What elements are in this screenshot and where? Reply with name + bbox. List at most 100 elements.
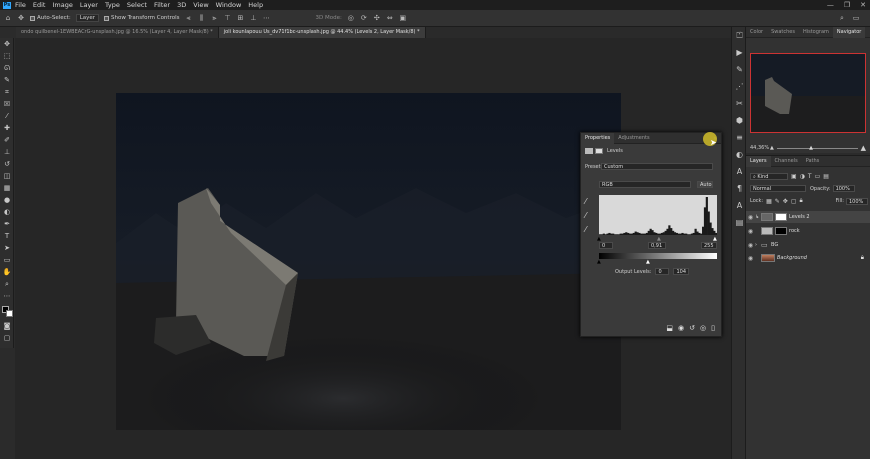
view-previous-icon[interactable]: ◉ bbox=[678, 324, 684, 332]
align-left-icon[interactable]: ⫷ bbox=[184, 14, 192, 22]
path-select-tool-icon[interactable]: ➤ bbox=[0, 242, 14, 254]
tab-navigator[interactable]: Navigator bbox=[832, 26, 866, 38]
zoom-tool-icon[interactable]: ⌕ bbox=[0, 278, 14, 290]
input-black-field[interactable]: 0 bbox=[599, 242, 613, 249]
lock-pixels-icon[interactable]: ✎ bbox=[775, 198, 780, 205]
workspace-icon[interactable]: ▭ bbox=[852, 14, 860, 22]
pen-tool-icon[interactable]: ✒ bbox=[0, 218, 14, 230]
align-top-icon[interactable]: ⊤ bbox=[223, 14, 231, 22]
zoom-out-icon[interactable]: ▲ bbox=[770, 145, 774, 151]
zoom-slider[interactable]: ▲ bbox=[776, 145, 858, 151]
opacity-field[interactable]: 100% bbox=[832, 185, 855, 192]
menu-edit[interactable]: Edit bbox=[33, 1, 46, 9]
clip-to-layer-icon[interactable]: ⬓ bbox=[666, 324, 673, 332]
gradient-tool-icon[interactable]: ▦ bbox=[0, 182, 14, 194]
tab-color[interactable]: Color bbox=[746, 27, 767, 38]
menu-view[interactable]: View bbox=[193, 1, 208, 9]
history-brush-icon[interactable]: ↺ bbox=[0, 158, 14, 170]
marquee-tool-icon[interactable]: ⬚ bbox=[0, 50, 14, 62]
zoom-value[interactable]: 44,36% bbox=[750, 145, 770, 151]
brush-settings-icon[interactable]: ✎ bbox=[732, 61, 747, 78]
auto-button[interactable]: Auto bbox=[697, 181, 713, 188]
input-slider[interactable]: ▲ ▲ ▲ bbox=[597, 236, 717, 242]
rock-mask-thumb[interactable] bbox=[775, 227, 787, 235]
tab-document-2[interactable]: joli kounlapouu Us_dv71f1bc-unsplash.jpg… bbox=[218, 27, 426, 38]
filter-shape-icon[interactable]: ▭ bbox=[815, 173, 821, 180]
filter-type-icon[interactable]: T bbox=[808, 173, 812, 180]
document-image[interactable] bbox=[116, 93, 621, 430]
history-icon[interactable]: ⏍ bbox=[732, 27, 747, 44]
menu-help[interactable]: Help bbox=[248, 1, 263, 9]
layer-row-levels[interactable]: ◉ ↳ Levels 2 bbox=[746, 211, 870, 223]
frame-tool-icon[interactable]: ☒ bbox=[0, 98, 14, 110]
align-right-icon[interactable]: ⫸ bbox=[210, 14, 218, 22]
tab-channels[interactable]: Channels bbox=[771, 156, 802, 167]
white-eyedropper-icon[interactable]: ⁄ bbox=[585, 223, 595, 237]
eyedropper-tool-icon[interactable]: ⁄ bbox=[0, 110, 14, 122]
lock-all-icon[interactable]: 🔒︎ bbox=[800, 197, 803, 205]
output-white-field[interactable]: 104 bbox=[673, 268, 690, 275]
orbit-3d-icon[interactable]: ◎ bbox=[347, 14, 355, 22]
layer-mask-icon[interactable] bbox=[595, 148, 603, 154]
quick-select-tool-icon[interactable]: ✎ bbox=[0, 74, 14, 86]
healing-tool-icon[interactable]: ✚ bbox=[0, 122, 14, 134]
zoom-in-icon[interactable]: ▲ bbox=[861, 144, 866, 152]
distribute-icon[interactable]: ⋯ bbox=[262, 14, 270, 22]
filter-pixel-icon[interactable]: ▣ bbox=[791, 173, 797, 180]
hand-tool-icon[interactable]: ✋ bbox=[0, 266, 14, 278]
autoselect-target-select[interactable]: Layer bbox=[75, 14, 100, 22]
more-tools-icon[interactable]: ⋯ bbox=[0, 290, 14, 302]
output-white-slider[interactable]: ▲ bbox=[646, 259, 650, 265]
lasso-tool-icon[interactable]: ᘏ bbox=[0, 62, 14, 74]
menu-type[interactable]: Type bbox=[105, 1, 120, 9]
tab-histogram[interactable]: Histogram bbox=[799, 27, 833, 38]
clone-source-icon[interactable]: ✂ bbox=[732, 95, 747, 112]
output-black-field[interactable]: 0 bbox=[655, 268, 670, 275]
align-middle-icon[interactable]: ⊞ bbox=[236, 14, 244, 22]
tab-layers[interactable]: Layers bbox=[746, 155, 771, 167]
layer-row-rock[interactable]: ◉ rock bbox=[746, 225, 870, 237]
actions-play-icon[interactable]: ▶ bbox=[732, 44, 747, 61]
output-slider[interactable]: ▲ ▲ bbox=[597, 259, 717, 265]
minimize-button[interactable]: — bbox=[827, 1, 834, 9]
visibility-eye-icon[interactable]: ◉ bbox=[746, 242, 755, 249]
stamp-tool-icon[interactable]: ⊥ bbox=[0, 146, 14, 158]
quick-mask-icon[interactable]: ◙ bbox=[0, 320, 14, 332]
tab-properties[interactable]: Properties bbox=[581, 132, 615, 144]
layer-row-bg-group[interactable]: ◉ › ▭ BG bbox=[746, 239, 870, 251]
blend-mode-select[interactable]: Normal bbox=[750, 185, 806, 192]
slide-3d-icon[interactable]: ⇔ bbox=[386, 14, 394, 22]
filter-adjustment-icon[interactable]: ◑ bbox=[800, 173, 805, 180]
align-bottom-icon[interactable]: ⊥ bbox=[249, 14, 257, 22]
align-center-icon[interactable]: ⫼ bbox=[197, 14, 205, 22]
crop-tool-icon[interactable]: ⌗ bbox=[0, 86, 14, 98]
scale-3d-icon[interactable]: ▣ bbox=[399, 14, 407, 22]
lock-artboard-icon[interactable]: ▢ bbox=[791, 198, 797, 205]
3d-icon[interactable]: ⬢ bbox=[732, 112, 747, 129]
pan-3d-icon[interactable]: ✣ bbox=[373, 14, 381, 22]
reset-icon[interactable]: ↺ bbox=[689, 324, 695, 332]
libraries-icon[interactable]: ▤ bbox=[732, 214, 747, 231]
tab-adjustments[interactable]: Adjustments bbox=[614, 133, 653, 144]
channel-select[interactable]: RGB bbox=[599, 181, 691, 188]
move-tool-icon[interactable]: ✥ bbox=[17, 14, 25, 22]
tab-paths[interactable]: Paths bbox=[802, 156, 824, 167]
output-black-slider[interactable]: ▲ bbox=[597, 259, 601, 265]
character-icon[interactable]: A bbox=[732, 163, 747, 180]
menu-file[interactable]: File bbox=[15, 1, 26, 9]
type-tool-icon[interactable]: T bbox=[0, 230, 14, 242]
brush-tool-icon[interactable]: ✐ bbox=[0, 134, 14, 146]
mask-thumb[interactable] bbox=[775, 213, 787, 221]
show-transform-checkbox[interactable]: Show Transform Controls bbox=[104, 14, 179, 23]
visibility-eye-icon[interactable]: ◉ bbox=[746, 255, 755, 262]
home-icon[interactable]: ⌂ bbox=[4, 14, 12, 22]
fill-field[interactable]: 100% bbox=[846, 197, 868, 205]
move-tool-icon[interactable]: ✥ bbox=[0, 38, 14, 50]
lock-transparent-icon[interactable]: ▦ bbox=[766, 198, 772, 205]
adjustments-icon[interactable]: ◐ bbox=[732, 146, 747, 163]
autoselect-checkbox[interactable]: Auto-Select: bbox=[30, 14, 71, 23]
blur-tool-icon[interactable]: ● bbox=[0, 194, 14, 206]
navigator-preview[interactable] bbox=[750, 53, 866, 133]
screen-mode-icon[interactable]: ▢ bbox=[0, 332, 14, 344]
tab-document-1[interactable]: ondo quilbenel-1EWBEACrG-unsplash.jpg @ … bbox=[16, 27, 219, 38]
